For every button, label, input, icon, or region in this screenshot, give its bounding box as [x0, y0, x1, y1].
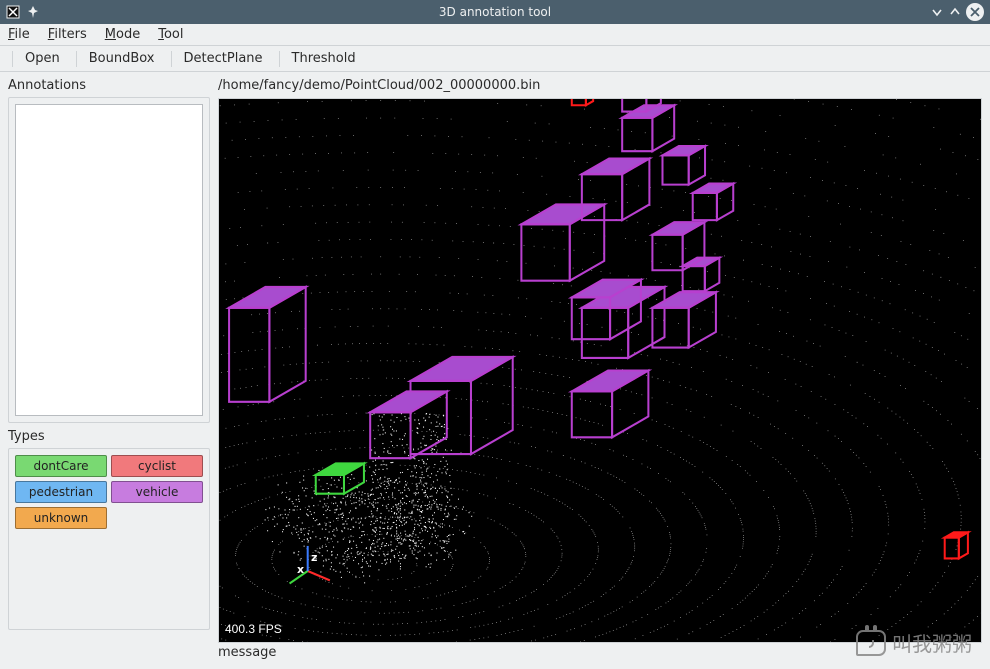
type-dontcare[interactable]: dontCare: [15, 455, 107, 477]
type-vehicle[interactable]: vehicle: [111, 481, 203, 503]
menu-filters[interactable]: Filters: [48, 27, 87, 42]
types-title: Types: [8, 429, 210, 444]
main-column: /home/fancy/demo/PointCloud/002_00000000…: [218, 72, 990, 669]
tool-boundbox[interactable]: BoundBox: [85, 50, 159, 67]
types-panel: Types dontCare cyclist pedestrian vehicl…: [8, 429, 210, 630]
axis-z-label: z: [311, 551, 317, 564]
toolbar-separator: [76, 51, 77, 67]
annotations-title: Annotations: [8, 78, 210, 93]
window-titlebar: 3D annotation tool: [0, 0, 990, 24]
tool-threshold[interactable]: Threshold: [288, 50, 360, 67]
type-pedestrian[interactable]: pedestrian: [15, 481, 107, 503]
toolbar: Open BoundBox DetectPlane Threshold: [0, 46, 990, 72]
window-title: 3D annotation tool: [66, 5, 924, 19]
content-area: Annotations Types dontCare cyclist pedes…: [0, 72, 990, 669]
app-icon: [6, 5, 20, 19]
axis-x-label: x: [297, 563, 304, 576]
annotations-list[interactable]: [15, 104, 203, 416]
titlebar-left-icons: [6, 5, 66, 19]
menu-file[interactable]: File: [8, 27, 30, 42]
menubar: File Filters Mode Tool: [0, 24, 990, 46]
type-unknown[interactable]: unknown: [15, 507, 107, 529]
menu-tool[interactable]: Tool: [158, 27, 183, 42]
minimize-icon[interactable]: [930, 5, 944, 19]
close-icon[interactable]: [966, 3, 984, 21]
type-cyclist[interactable]: cyclist: [111, 455, 203, 477]
types-grid: dontCare cyclist pedestrian vehicle unkn…: [15, 455, 203, 529]
toolbar-separator: [12, 51, 13, 67]
pointcloud-viewer[interactable]: z x 400.3 FPS: [218, 98, 982, 643]
titlebar-right-icons: [924, 3, 984, 21]
annotations-box: [8, 97, 210, 423]
toolbar-separator: [279, 51, 280, 67]
types-box: dontCare cyclist pedestrian vehicle unkn…: [8, 448, 210, 630]
fps-label: 400.3 FPS: [225, 622, 282, 636]
annotations-panel: Annotations: [8, 78, 210, 423]
viewer-canvas: [219, 99, 981, 642]
pin-icon[interactable]: [26, 5, 40, 19]
maximize-icon[interactable]: [948, 5, 962, 19]
tool-open[interactable]: Open: [21, 50, 64, 67]
toolbar-separator: [171, 51, 172, 67]
menu-mode[interactable]: Mode: [105, 27, 140, 42]
sidebar: Annotations Types dontCare cyclist pedes…: [0, 72, 218, 669]
message-label: message: [218, 645, 982, 663]
tool-detectplane[interactable]: DetectPlane: [180, 50, 267, 67]
file-path-label: /home/fancy/demo/PointCloud/002_00000000…: [218, 78, 982, 96]
